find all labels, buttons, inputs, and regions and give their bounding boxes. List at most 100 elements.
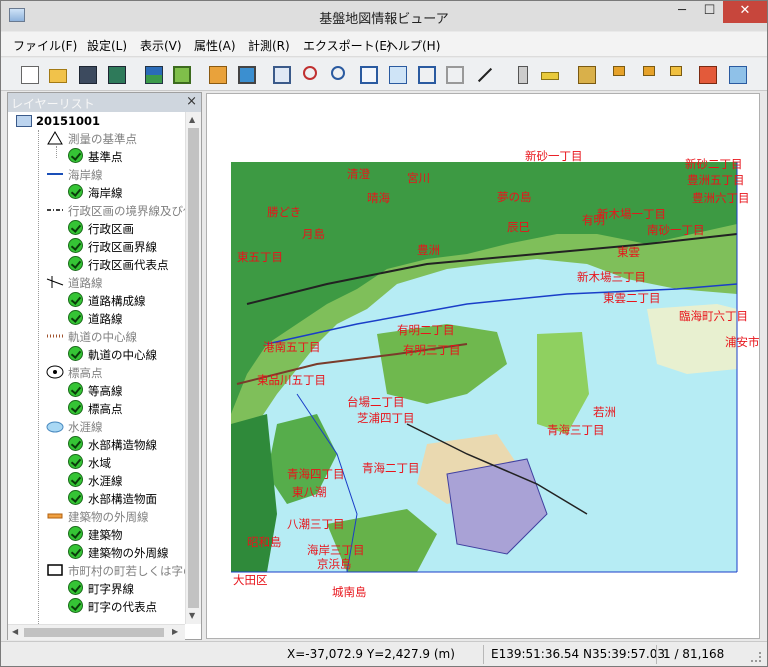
status-coords: X=-37,072.9 Y=2,427.9 (m)	[287, 647, 455, 661]
print-icon[interactable]	[143, 64, 165, 86]
map-canvas[interactable]	[207, 94, 760, 639]
map-label: 新木場三丁目	[577, 270, 646, 284]
check-icon[interactable]	[68, 184, 83, 199]
check-icon[interactable]	[68, 544, 83, 559]
check-icon[interactable]	[68, 472, 83, 487]
check-icon[interactable]	[68, 310, 83, 325]
check-icon[interactable]	[68, 436, 83, 451]
zoom-box-icon[interactable]	[358, 64, 380, 86]
export-image-icon[interactable]	[207, 64, 229, 86]
title-bar: 基盤地図情報ビューア ─ ☐ ✕	[1, 1, 767, 31]
check-icon[interactable]	[68, 256, 83, 271]
minimize-button[interactable]: ─	[668, 1, 696, 23]
check-icon[interactable]	[68, 346, 83, 361]
slash-tool-icon[interactable]	[474, 64, 496, 86]
new-icon[interactable]	[19, 64, 41, 86]
tree-connector	[56, 146, 57, 158]
scroll-right-icon[interactable]: ▶	[172, 627, 178, 636]
flag-icon[interactable]	[611, 64, 633, 86]
menu-file[interactable]: ファイル(F)	[13, 37, 77, 54]
map-label: 豊洲	[417, 243, 440, 257]
map-label: 港南五丁目	[263, 340, 321, 354]
resize-grip-icon[interactable]	[751, 652, 761, 662]
zoom-out-icon[interactable]	[329, 64, 351, 86]
menu-measure[interactable]: 計測(R)	[248, 37, 290, 54]
menu-settings[interactable]: 設定(L)	[87, 37, 127, 54]
map-label: 若洲	[593, 405, 616, 419]
pencil-icon[interactable]	[576, 64, 598, 86]
check-icon[interactable]	[68, 526, 83, 541]
menu-export[interactable]: エクスポート(E)	[303, 37, 392, 54]
check-icon[interactable]	[68, 238, 83, 253]
status-scale: 1 / 81,168	[663, 647, 725, 661]
close-button[interactable]: ✕	[723, 1, 767, 23]
railway-icon	[46, 329, 64, 343]
menu-view[interactable]: 表示(V)	[140, 37, 182, 54]
check-icon[interactable]	[68, 148, 83, 163]
boundary-icon	[46, 203, 64, 217]
map-label: 新木場一丁目	[597, 207, 666, 221]
check-icon[interactable]	[68, 490, 83, 505]
forward-icon[interactable]	[444, 64, 466, 86]
layer-horizontal-scrollbar[interactable]: ◀ ▶	[8, 624, 185, 640]
check-icon[interactable]	[68, 454, 83, 469]
layer-list-panel: レイヤーリスト × 20151001 測量の基準点 基準点 海岸線 海岸線 行政…	[7, 92, 202, 640]
flag-2-icon[interactable]	[641, 64, 663, 86]
layer-vertical-scrollbar[interactable]: ▲ ▼	[185, 112, 201, 624]
status-bar: X=-37,072.9 Y=2,427.9 (m) E139:51:36.54 …	[1, 641, 767, 666]
save-icon[interactable]	[77, 64, 99, 86]
map-label: 豊洲五丁目	[687, 173, 745, 187]
ruler-icon[interactable]	[539, 64, 561, 86]
map-label: 晴海	[367, 191, 390, 205]
water-icon	[46, 419, 64, 433]
panel-close-icon[interactable]: ×	[186, 94, 197, 109]
menu-help[interactable]: ヘルプ(H)	[386, 37, 440, 54]
map-label: 八潮三丁目	[287, 517, 345, 531]
window-title: 基盤地図情報ビューア	[319, 12, 449, 27]
map-label: 夢の島	[497, 190, 532, 204]
check-icon[interactable]	[68, 382, 83, 397]
scroll-left-icon[interactable]: ◀	[12, 627, 18, 636]
map-label: 東雲	[617, 245, 640, 259]
check-icon[interactable]	[68, 580, 83, 595]
zoom-in-icon[interactable]	[301, 64, 323, 86]
layer-list-header: レイヤーリスト ×	[8, 93, 201, 112]
pan-hand-icon[interactable]	[387, 64, 409, 86]
check-icon[interactable]	[68, 598, 83, 613]
map-label: 南砂一丁目	[647, 223, 705, 237]
full-extent-icon[interactable]	[271, 64, 293, 86]
open-folder-icon[interactable]	[47, 64, 69, 86]
map-label: 海岸三丁目	[307, 543, 365, 557]
check-icon[interactable]	[68, 400, 83, 415]
status-latlon: E139:51:36.54 N35:39:57.03	[491, 647, 665, 661]
scroll-up-icon[interactable]: ▲	[189, 115, 195, 124]
capture-icon[interactable]	[727, 64, 749, 86]
flag-3-icon[interactable]	[668, 64, 690, 86]
back-icon[interactable]	[416, 64, 438, 86]
map-view[interactable]: 新砂一丁目 新砂二丁目 有明 辰巳 東雲 豊洲五丁目 豊洲六丁目 晴海 勝どき …	[206, 93, 760, 639]
monitor-icon[interactable]	[236, 64, 258, 86]
vertical-scroll-thumb[interactable]	[188, 128, 199, 608]
measure-area-icon[interactable]	[697, 64, 719, 86]
scale-icon[interactable]	[512, 64, 534, 86]
layer-icon[interactable]	[171, 64, 193, 86]
map-label: 有明二丁目	[397, 323, 455, 337]
status-separator	[656, 645, 657, 664]
map-label: 宮川	[407, 171, 430, 185]
check-icon[interactable]	[68, 292, 83, 307]
map-label: 昭和島	[247, 535, 282, 549]
map-label: 東八潮	[292, 485, 327, 499]
tree-connector	[38, 130, 39, 624]
map-label: 大田区	[233, 573, 268, 587]
scroll-down-icon[interactable]: ▼	[189, 611, 195, 620]
check-icon[interactable]	[68, 220, 83, 235]
menu-attributes[interactable]: 属性(A)	[194, 37, 236, 54]
map-label: 東五丁目	[237, 250, 283, 264]
map-label: 青海二丁目	[362, 461, 420, 475]
maximize-button[interactable]: ☐	[696, 1, 723, 23]
save-as-icon[interactable]	[106, 64, 128, 86]
map-label: 東品川五丁目	[257, 373, 326, 387]
map-label: 新砂二丁目	[685, 157, 743, 171]
map-label: 辰巳	[507, 220, 530, 234]
horizontal-scroll-thumb[interactable]	[24, 628, 164, 637]
